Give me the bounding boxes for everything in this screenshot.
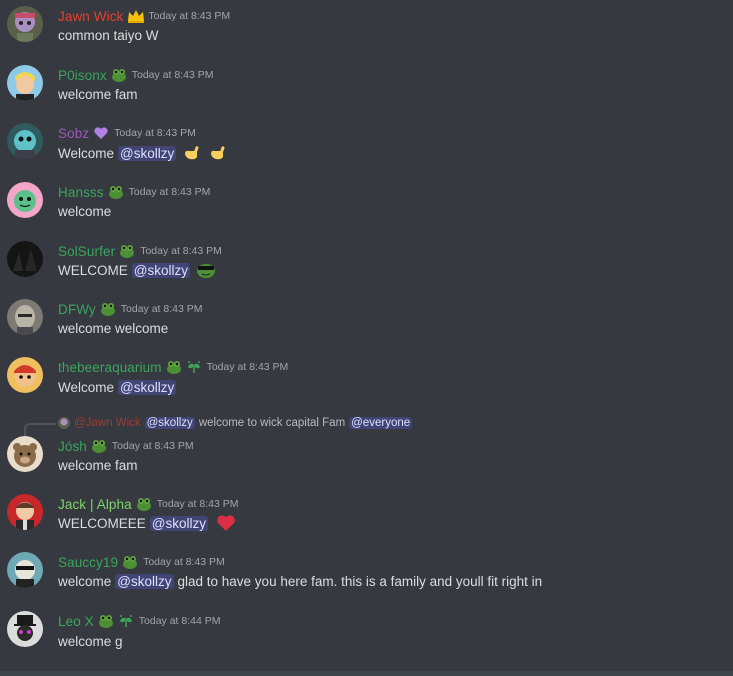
- message-text: WELCOME: [58, 262, 128, 278]
- user-mention[interactable]: @skollzy: [118, 379, 177, 395]
- message-text: common taiyo W: [58, 27, 159, 43]
- message-text: welcome fam: [58, 86, 138, 102]
- message-text: welcome: [58, 203, 112, 219]
- sprout-icon: [186, 359, 202, 375]
- author-name[interactable]: Hansss: [58, 185, 104, 200]
- timestamp[interactable]: Today at 8:43 PM: [112, 440, 194, 452]
- message-header: Hansss Today at 8:43 PM: [58, 183, 210, 201]
- avatar[interactable]: [7, 357, 43, 393]
- reply-content: @Jawn Wick @skollzy welcome to wick capi…: [58, 416, 416, 430]
- frog-badge-icon: [122, 554, 138, 570]
- reply-author[interactable]: @Jawn Wick: [74, 417, 141, 429]
- message-content: welcome fam: [58, 455, 142, 475]
- message-text: WELCOMEEE: [58, 515, 146, 531]
- avatar[interactable]: [7, 65, 43, 101]
- message-text: welcome welcome: [58, 320, 169, 336]
- reply-preview[interactable]: @Jawn Wick @skollzy welcome to wick capi…: [0, 416, 733, 439]
- frog-badge-icon: [91, 438, 107, 454]
- purple-heart-icon: [93, 125, 109, 141]
- timestamp[interactable]: Today at 8:43 PM: [157, 498, 239, 510]
- message-header: Jawn Wick Today at 8:43 PM: [58, 7, 230, 25]
- user-mention[interactable]: @skollzy: [115, 573, 174, 589]
- frog-badge-icon: [100, 301, 116, 317]
- avatar[interactable]: [7, 611, 43, 647]
- avatar[interactable]: [7, 182, 43, 218]
- message-header: SolSurfer Today at 8:43 PM: [58, 242, 222, 260]
- author-name[interactable]: Sobz: [58, 126, 89, 141]
- timestamp[interactable]: Today at 8:43 PM: [148, 10, 230, 22]
- message-header: thebeeraquarium Today at 8:43 PM: [58, 358, 288, 376]
- avatar[interactable]: [7, 241, 43, 277]
- frog-badge-icon: [166, 359, 182, 375]
- message-input-edge[interactable]: [0, 671, 733, 676]
- call-me-hand-emoji: [208, 143, 228, 163]
- message-content: WELCOMEEE @skollzy: [58, 513, 240, 533]
- avatar[interactable]: [7, 552, 43, 588]
- timestamp[interactable]: Today at 8:43 PM: [132, 69, 214, 81]
- reply-text: welcome to wick capital Fam: [198, 417, 346, 429]
- timestamp[interactable]: Today at 8:44 PM: [139, 615, 221, 627]
- everyone-mention[interactable]: @everyone: [349, 417, 413, 429]
- message-content: welcome fam: [58, 84, 142, 104]
- user-mention[interactable]: @skollzy: [149, 515, 208, 531]
- message-header: Leo X Today at 8:44 PM: [58, 612, 221, 630]
- message-content: welcome: [58, 201, 115, 221]
- message-text: glad to have you here fam. this is a fam…: [177, 573, 543, 589]
- timestamp[interactable]: Today at 8:43 PM: [143, 556, 225, 568]
- timestamp[interactable]: Today at 8:43 PM: [140, 245, 222, 257]
- author-name[interactable]: DFWy: [58, 302, 96, 317]
- crown-icon: [127, 8, 145, 24]
- frog-badge-icon: [119, 243, 135, 259]
- message-content: Welcome @skollzy: [58, 377, 180, 397]
- avatar[interactable]: [7, 494, 43, 530]
- author-name[interactable]: P0isonx: [58, 68, 107, 83]
- chat-message-list: Jawn Wick Today at 8:43 PM common taiyo …: [0, 0, 733, 676]
- message-content: welcome g: [58, 631, 127, 651]
- message-header: P0isonx Today at 8:43 PM: [58, 66, 213, 84]
- timestamp[interactable]: Today at 8:43 PM: [129, 186, 211, 198]
- message-header: Jósh Today at 8:43 PM: [58, 437, 194, 455]
- message-content: welcome welcome: [58, 318, 172, 338]
- user-mention[interactable]: @skollzy: [131, 262, 190, 278]
- avatar[interactable]: [7, 436, 43, 472]
- sprout-icon: [118, 613, 134, 629]
- message-text: welcome: [58, 573, 112, 589]
- author-name[interactable]: Sauccy19: [58, 555, 118, 570]
- message-header: Sauccy19 Today at 8:43 PM: [58, 553, 225, 571]
- message-text: welcome fam: [58, 457, 138, 473]
- reply-avatar: [58, 417, 70, 429]
- avatar[interactable]: [7, 123, 43, 159]
- timestamp[interactable]: Today at 8:43 PM: [114, 127, 196, 139]
- author-name[interactable]: Jósh: [58, 439, 87, 454]
- author-name[interactable]: SolSurfer: [58, 244, 115, 259]
- avatar[interactable]: [7, 6, 43, 42]
- frog-badge-icon: [108, 184, 124, 200]
- message-content: common taiyo W: [58, 25, 163, 45]
- red-heart-emoji: [216, 513, 236, 533]
- message-text: welcome g: [58, 633, 123, 649]
- message-content: welcome @skollzy glad to have you here f…: [58, 571, 546, 591]
- message-header: DFWy Today at 8:43 PM: [58, 300, 203, 318]
- author-name[interactable]: thebeeraquarium: [58, 360, 162, 375]
- frog-badge-icon: [98, 613, 114, 629]
- frog-badge-icon: [136, 496, 152, 512]
- timestamp[interactable]: Today at 8:43 PM: [207, 361, 289, 373]
- message-text: Welcome: [58, 379, 115, 395]
- author-name[interactable]: Leo X: [58, 614, 94, 629]
- message-header: Jack | Alpha Today at 8:43 PM: [58, 495, 238, 513]
- call-me-hand-emoji: [182, 143, 202, 163]
- avatar[interactable]: [7, 299, 43, 335]
- message-header: Sobz Today at 8:43 PM: [58, 124, 196, 142]
- timestamp[interactable]: Today at 8:43 PM: [121, 303, 203, 315]
- user-mention[interactable]: @skollzy: [118, 145, 177, 161]
- message-content: WELCOME @skollzy: [58, 260, 220, 280]
- user-mention[interactable]: @skollzy: [144, 417, 195, 429]
- frog-sunglasses-emoji: [196, 260, 216, 280]
- author-name[interactable]: Jawn Wick: [58, 9, 123, 24]
- message-text: Welcome: [58, 145, 115, 161]
- message-content: Welcome @skollzy: [58, 143, 232, 163]
- frog-badge-icon: [111, 67, 127, 83]
- author-name[interactable]: Jack | Alpha: [58, 497, 132, 512]
